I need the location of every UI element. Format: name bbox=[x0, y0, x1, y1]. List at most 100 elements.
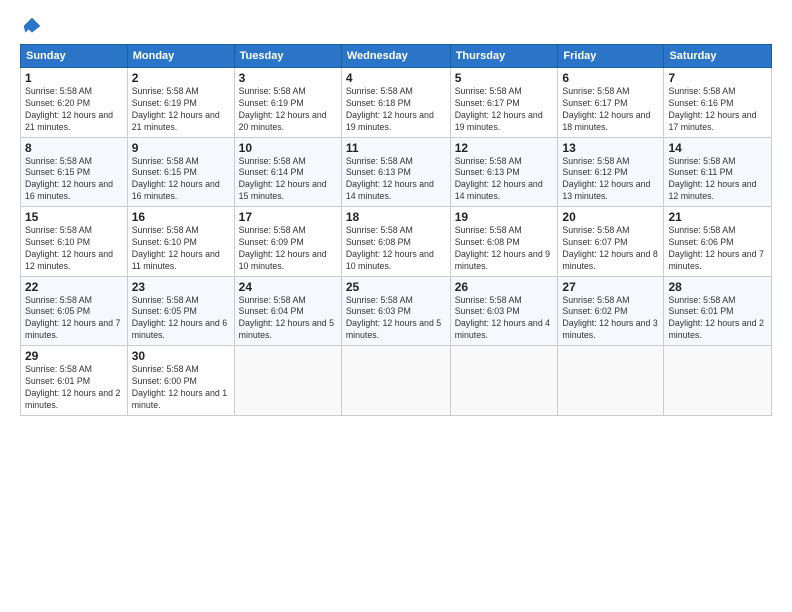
day-number-4: 4 bbox=[346, 71, 446, 85]
day-cell-23: 23 Sunrise: 5:58 AM Sunset: 6:05 PM Dayl… bbox=[127, 276, 234, 346]
day-detail-8: Sunrise: 5:58 AM Sunset: 6:15 PM Dayligh… bbox=[25, 156, 123, 204]
day-detail-7: Sunrise: 5:58 AM Sunset: 6:16 PM Dayligh… bbox=[668, 86, 767, 134]
day-number-24: 24 bbox=[239, 280, 337, 294]
day-cell-3: 3 Sunrise: 5:58 AM Sunset: 6:19 PM Dayli… bbox=[234, 68, 341, 138]
day-cell-2: 2 Sunrise: 5:58 AM Sunset: 6:19 PM Dayli… bbox=[127, 68, 234, 138]
day-detail-12: Sunrise: 5:58 AM Sunset: 6:13 PM Dayligh… bbox=[455, 156, 554, 204]
col-saturday: Saturday bbox=[664, 45, 772, 68]
day-cell-10: 10 Sunrise: 5:58 AM Sunset: 6:14 PM Dayl… bbox=[234, 137, 341, 207]
col-wednesday: Wednesday bbox=[341, 45, 450, 68]
day-number-10: 10 bbox=[239, 141, 337, 155]
day-cell-11: 11 Sunrise: 5:58 AM Sunset: 6:13 PM Dayl… bbox=[341, 137, 450, 207]
day-number-25: 25 bbox=[346, 280, 446, 294]
day-detail-6: Sunrise: 5:58 AM Sunset: 6:17 PM Dayligh… bbox=[562, 86, 659, 134]
day-cell-12: 12 Sunrise: 5:58 AM Sunset: 6:13 PM Dayl… bbox=[450, 137, 558, 207]
col-friday: Friday bbox=[558, 45, 664, 68]
day-number-7: 7 bbox=[668, 71, 767, 85]
day-detail-22: Sunrise: 5:58 AM Sunset: 6:05 PM Dayligh… bbox=[25, 295, 123, 343]
day-number-17: 17 bbox=[239, 210, 337, 224]
day-cell-16: 16 Sunrise: 5:58 AM Sunset: 6:10 PM Dayl… bbox=[127, 207, 234, 277]
day-detail-29: Sunrise: 5:58 AM Sunset: 6:01 PM Dayligh… bbox=[25, 364, 123, 412]
day-number-8: 8 bbox=[25, 141, 123, 155]
day-number-19: 19 bbox=[455, 210, 554, 224]
day-detail-10: Sunrise: 5:58 AM Sunset: 6:14 PM Dayligh… bbox=[239, 156, 337, 204]
day-number-6: 6 bbox=[562, 71, 659, 85]
day-detail-21: Sunrise: 5:58 AM Sunset: 6:06 PM Dayligh… bbox=[668, 225, 767, 273]
day-cell-21: 21 Sunrise: 5:58 AM Sunset: 6:06 PM Dayl… bbox=[664, 207, 772, 277]
day-cell-19: 19 Sunrise: 5:58 AM Sunset: 6:08 PM Dayl… bbox=[450, 207, 558, 277]
day-number-11: 11 bbox=[346, 141, 446, 155]
header-row: Sunday Monday Tuesday Wednesday Thursday… bbox=[21, 45, 772, 68]
week-row-2: 8 Sunrise: 5:58 AM Sunset: 6:15 PM Dayli… bbox=[21, 137, 772, 207]
empty-cell bbox=[450, 346, 558, 416]
day-cell-1: 1 Sunrise: 5:58 AM Sunset: 6:20 PM Dayli… bbox=[21, 68, 128, 138]
day-cell-13: 13 Sunrise: 5:58 AM Sunset: 6:12 PM Dayl… bbox=[558, 137, 664, 207]
col-thursday: Thursday bbox=[450, 45, 558, 68]
day-cell-8: 8 Sunrise: 5:58 AM Sunset: 6:15 PM Dayli… bbox=[21, 137, 128, 207]
day-number-22: 22 bbox=[25, 280, 123, 294]
day-number-3: 3 bbox=[239, 71, 337, 85]
day-detail-15: Sunrise: 5:58 AM Sunset: 6:10 PM Dayligh… bbox=[25, 225, 123, 273]
day-number-16: 16 bbox=[132, 210, 230, 224]
day-cell-25: 25 Sunrise: 5:58 AM Sunset: 6:03 PM Dayl… bbox=[341, 276, 450, 346]
day-number-14: 14 bbox=[668, 141, 767, 155]
empty-cell bbox=[558, 346, 664, 416]
day-cell-28: 28 Sunrise: 5:58 AM Sunset: 6:01 PM Dayl… bbox=[664, 276, 772, 346]
day-detail-5: Sunrise: 5:58 AM Sunset: 6:17 PM Dayligh… bbox=[455, 86, 554, 134]
week-row-1: 1 Sunrise: 5:58 AM Sunset: 6:20 PM Dayli… bbox=[21, 68, 772, 138]
day-number-12: 12 bbox=[455, 141, 554, 155]
day-number-20: 20 bbox=[562, 210, 659, 224]
day-detail-14: Sunrise: 5:58 AM Sunset: 6:11 PM Dayligh… bbox=[668, 156, 767, 204]
day-number-26: 26 bbox=[455, 280, 554, 294]
week-row-5: 29 Sunrise: 5:58 AM Sunset: 6:01 PM Dayl… bbox=[21, 346, 772, 416]
day-cell-5: 5 Sunrise: 5:58 AM Sunset: 6:17 PM Dayli… bbox=[450, 68, 558, 138]
day-number-18: 18 bbox=[346, 210, 446, 224]
col-monday: Monday bbox=[127, 45, 234, 68]
day-detail-3: Sunrise: 5:58 AM Sunset: 6:19 PM Dayligh… bbox=[239, 86, 337, 134]
day-cell-9: 9 Sunrise: 5:58 AM Sunset: 6:15 PM Dayli… bbox=[127, 137, 234, 207]
col-sunday: Sunday bbox=[21, 45, 128, 68]
day-number-9: 9 bbox=[132, 141, 230, 155]
day-detail-28: Sunrise: 5:58 AM Sunset: 6:01 PM Dayligh… bbox=[668, 295, 767, 343]
day-number-27: 27 bbox=[562, 280, 659, 294]
day-number-23: 23 bbox=[132, 280, 230, 294]
day-detail-4: Sunrise: 5:58 AM Sunset: 6:18 PM Dayligh… bbox=[346, 86, 446, 134]
day-detail-23: Sunrise: 5:58 AM Sunset: 6:05 PM Dayligh… bbox=[132, 295, 230, 343]
day-number-29: 29 bbox=[25, 349, 123, 363]
day-detail-20: Sunrise: 5:58 AM Sunset: 6:07 PM Dayligh… bbox=[562, 225, 659, 273]
day-number-28: 28 bbox=[668, 280, 767, 294]
day-detail-2: Sunrise: 5:58 AM Sunset: 6:19 PM Dayligh… bbox=[132, 86, 230, 134]
day-detail-27: Sunrise: 5:58 AM Sunset: 6:02 PM Dayligh… bbox=[562, 295, 659, 343]
col-tuesday: Tuesday bbox=[234, 45, 341, 68]
day-detail-13: Sunrise: 5:58 AM Sunset: 6:12 PM Dayligh… bbox=[562, 156, 659, 204]
day-cell-14: 14 Sunrise: 5:58 AM Sunset: 6:11 PM Dayl… bbox=[664, 137, 772, 207]
calendar-table: Sunday Monday Tuesday Wednesday Thursday… bbox=[20, 44, 772, 416]
day-cell-15: 15 Sunrise: 5:58 AM Sunset: 6:10 PM Dayl… bbox=[21, 207, 128, 277]
logo bbox=[20, 16, 42, 36]
empty-cell bbox=[234, 346, 341, 416]
week-row-4: 22 Sunrise: 5:58 AM Sunset: 6:05 PM Dayl… bbox=[21, 276, 772, 346]
empty-cell bbox=[664, 346, 772, 416]
day-detail-16: Sunrise: 5:58 AM Sunset: 6:10 PM Dayligh… bbox=[132, 225, 230, 273]
day-detail-9: Sunrise: 5:58 AM Sunset: 6:15 PM Dayligh… bbox=[132, 156, 230, 204]
day-number-15: 15 bbox=[25, 210, 123, 224]
logo-icon bbox=[22, 16, 42, 36]
day-cell-26: 26 Sunrise: 5:58 AM Sunset: 6:03 PM Dayl… bbox=[450, 276, 558, 346]
day-number-30: 30 bbox=[132, 349, 230, 363]
day-number-13: 13 bbox=[562, 141, 659, 155]
day-cell-30: 30 Sunrise: 5:58 AM Sunset: 6:00 PM Dayl… bbox=[127, 346, 234, 416]
day-cell-7: 7 Sunrise: 5:58 AM Sunset: 6:16 PM Dayli… bbox=[664, 68, 772, 138]
header bbox=[20, 16, 772, 36]
empty-cell bbox=[341, 346, 450, 416]
day-detail-25: Sunrise: 5:58 AM Sunset: 6:03 PM Dayligh… bbox=[346, 295, 446, 343]
day-detail-17: Sunrise: 5:58 AM Sunset: 6:09 PM Dayligh… bbox=[239, 225, 337, 273]
day-cell-29: 29 Sunrise: 5:58 AM Sunset: 6:01 PM Dayl… bbox=[21, 346, 128, 416]
day-cell-6: 6 Sunrise: 5:58 AM Sunset: 6:17 PM Dayli… bbox=[558, 68, 664, 138]
day-detail-30: Sunrise: 5:58 AM Sunset: 6:00 PM Dayligh… bbox=[132, 364, 230, 412]
day-cell-22: 22 Sunrise: 5:58 AM Sunset: 6:05 PM Dayl… bbox=[21, 276, 128, 346]
day-cell-24: 24 Sunrise: 5:58 AM Sunset: 6:04 PM Dayl… bbox=[234, 276, 341, 346]
day-number-5: 5 bbox=[455, 71, 554, 85]
day-number-21: 21 bbox=[668, 210, 767, 224]
day-detail-18: Sunrise: 5:58 AM Sunset: 6:08 PM Dayligh… bbox=[346, 225, 446, 273]
day-number-2: 2 bbox=[132, 71, 230, 85]
